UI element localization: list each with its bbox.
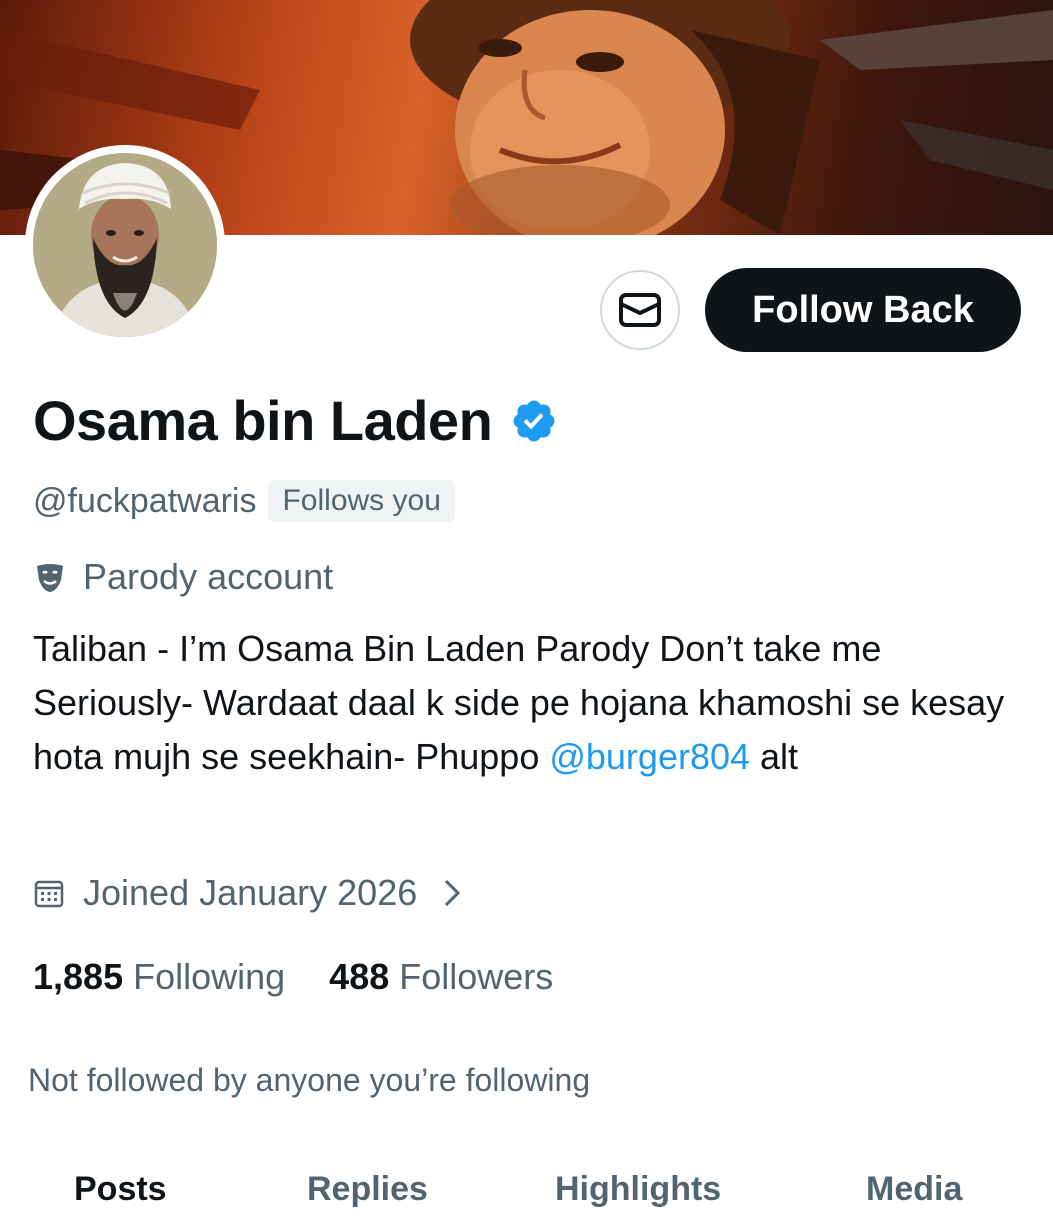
tab-replies[interactable]: Replies	[307, 1170, 428, 1209]
message-button[interactable]	[600, 270, 680, 350]
tab-posts[interactable]: Posts	[74, 1170, 167, 1209]
calendar-icon	[34, 880, 64, 908]
profile-handle: @fuckpatwaris	[33, 481, 257, 520]
profile-bio: Taliban - I’m Osama Bin Laden Parody Don…	[33, 622, 1023, 784]
name-row: Osama bin Laden	[33, 388, 558, 453]
theater-mask-icon	[37, 564, 63, 592]
bio-text: Taliban - I’m Osama Bin Laden Parody Don…	[33, 628, 1005, 777]
display-name: Osama bin Laden	[33, 389, 493, 452]
following-count: 1,885	[33, 956, 124, 997]
chevron-right-icon	[445, 879, 461, 907]
parody-account-label[interactable]: Parody account	[33, 556, 333, 598]
parody-account-text: Parody account	[83, 556, 334, 597]
followers-stat[interactable]: 488 Followers	[329, 956, 553, 998]
joined-date-row[interactable]: Joined January 2026	[33, 872, 461, 914]
bio-suffix: alt	[750, 736, 799, 777]
avatar-image	[33, 153, 217, 337]
followers-count: 488	[329, 956, 390, 997]
follows-you-badge: Follows you	[268, 480, 455, 522]
tab-highlights[interactable]: Highlights	[555, 1170, 721, 1209]
following-label: Following	[133, 956, 286, 997]
tab-media[interactable]: Media	[866, 1170, 962, 1209]
mutual-followers-note: Not followed by anyone you’re following	[28, 1062, 591, 1098]
bio-mention-link[interactable]: @burger804	[549, 736, 750, 777]
envelope-icon	[619, 293, 661, 327]
profile-tabs: Posts Replies Highlights Media	[0, 1170, 1053, 1230]
joined-date-text: Joined January 2026	[83, 872, 418, 913]
verified-badge-icon[interactable]	[510, 397, 558, 445]
followers-label: Followers	[399, 956, 554, 997]
follow-stats: 1,885 Following 488 Followers	[33, 956, 553, 998]
following-stat[interactable]: 1,885 Following	[33, 956, 285, 998]
profile-avatar[interactable]	[25, 145, 225, 345]
follow-back-button[interactable]: Follow Back	[705, 268, 1021, 352]
handle-row: @fuckpatwaris Follows you	[33, 480, 455, 522]
